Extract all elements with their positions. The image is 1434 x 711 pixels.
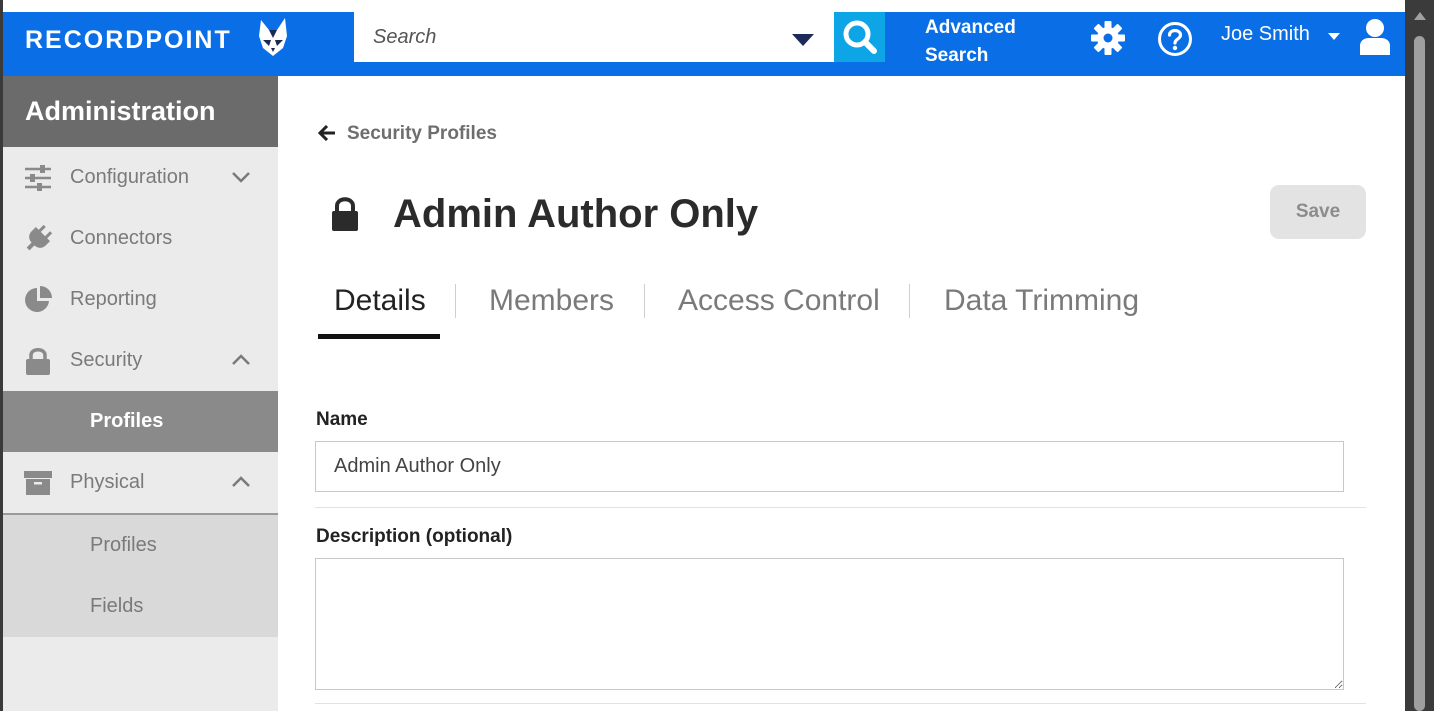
- help-icon[interactable]: [1157, 21, 1193, 57]
- window-scrollbar[interactable]: [1405, 0, 1434, 711]
- logo-text: RECORDPOINT: [25, 26, 232, 54]
- description-label: Description (optional): [316, 526, 513, 547]
- tab-members[interactable]: Members: [489, 278, 614, 338]
- sidebar-item-security[interactable]: Security: [3, 330, 278, 391]
- tab-divider: [644, 284, 645, 318]
- search-box: [354, 12, 834, 62]
- chevron-up-icon: [232, 354, 250, 365]
- sidebar-item-configuration[interactable]: Configuration: [3, 147, 278, 208]
- description-field[interactable]: [315, 558, 1344, 690]
- user-menu-name[interactable]: Joe Smith: [1221, 23, 1310, 46]
- sidebar-item-label: Physical: [70, 471, 145, 493]
- name-label: Name: [316, 409, 368, 430]
- magnifier-icon: [843, 20, 877, 54]
- search-scope-dropdown-icon[interactable]: [792, 34, 814, 46]
- archive-box-icon: [24, 471, 52, 495]
- sidebar-subitem-security-profiles[interactable]: Profiles: [3, 391, 278, 452]
- sidebar-item-label: Connectors: [70, 227, 173, 249]
- pie-chart-icon: [25, 286, 52, 312]
- form-divider: [315, 703, 1366, 704]
- active-tab-indicator: [318, 334, 440, 339]
- search-input[interactable]: [354, 12, 774, 62]
- lock-icon: [332, 197, 358, 231]
- sidebar-subitem-label: Profiles: [90, 410, 164, 432]
- chevron-down-icon: [232, 172, 250, 183]
- back-arrow-icon[interactable]: [318, 125, 336, 141]
- physical-submenu: Profiles Fields: [3, 513, 278, 637]
- advanced-search-link[interactable]: Advanced Search: [925, 14, 1035, 70]
- sidebar-item-reporting[interactable]: Reporting: [3, 269, 278, 330]
- profile-tabs: Details Members Access Control Data Trim…: [318, 278, 1218, 339]
- save-button[interactable]: Save: [1270, 185, 1366, 239]
- user-menu-chevron-icon[interactable]: [1328, 33, 1340, 40]
- top-header: RECORDPOINT Advanced Search: [3, 12, 1405, 76]
- tab-divider: [455, 284, 456, 318]
- tab-data-trimming[interactable]: Data Trimming: [944, 278, 1139, 338]
- sliders-icon: [25, 165, 51, 191]
- gear-icon[interactable]: [1091, 21, 1125, 55]
- sidebar-subitem-physical-profiles[interactable]: Profiles: [3, 515, 278, 576]
- chevron-up-icon: [232, 476, 250, 487]
- scroll-up-arrow-icon[interactable]: [1414, 12, 1426, 20]
- breadcrumb-security-profiles[interactable]: Security Profiles: [347, 123, 497, 145]
- plug-icon: [26, 224, 53, 251]
- admin-sidebar: Administration Configuration Connectors: [3, 76, 278, 711]
- wolf-logo-icon: [259, 18, 287, 56]
- lock-icon: [26, 348, 50, 375]
- sidebar-item-connectors[interactable]: Connectors: [3, 208, 278, 269]
- sidebar-item-label: Reporting: [70, 288, 157, 310]
- user-avatar-icon[interactable]: [1359, 18, 1391, 56]
- sidebar-item-physical[interactable]: Physical: [3, 452, 278, 513]
- scrollbar-thumb[interactable]: [1414, 36, 1425, 711]
- tab-details[interactable]: Details: [334, 278, 426, 338]
- sidebar-item-label: Security: [70, 349, 143, 371]
- sidebar-title: Administration: [3, 76, 278, 147]
- search-button[interactable]: [834, 12, 885, 62]
- tab-access-control[interactable]: Access Control: [678, 278, 880, 338]
- page-title: Admin Author Only: [393, 192, 759, 236]
- main-content: Security Profiles Admin Author Only Save…: [278, 76, 1405, 711]
- sidebar-subitem-label: Fields: [90, 595, 144, 617]
- sidebar-subitem-label: Profiles: [90, 534, 157, 556]
- tab-divider: [909, 284, 910, 318]
- window-top-strip: [0, 0, 1434, 12]
- name-field[interactable]: [315, 441, 1344, 492]
- form-divider: [315, 507, 1366, 508]
- sidebar-item-label: Configuration: [70, 166, 189, 188]
- sidebar-subitem-physical-fields[interactable]: Fields: [3, 576, 278, 637]
